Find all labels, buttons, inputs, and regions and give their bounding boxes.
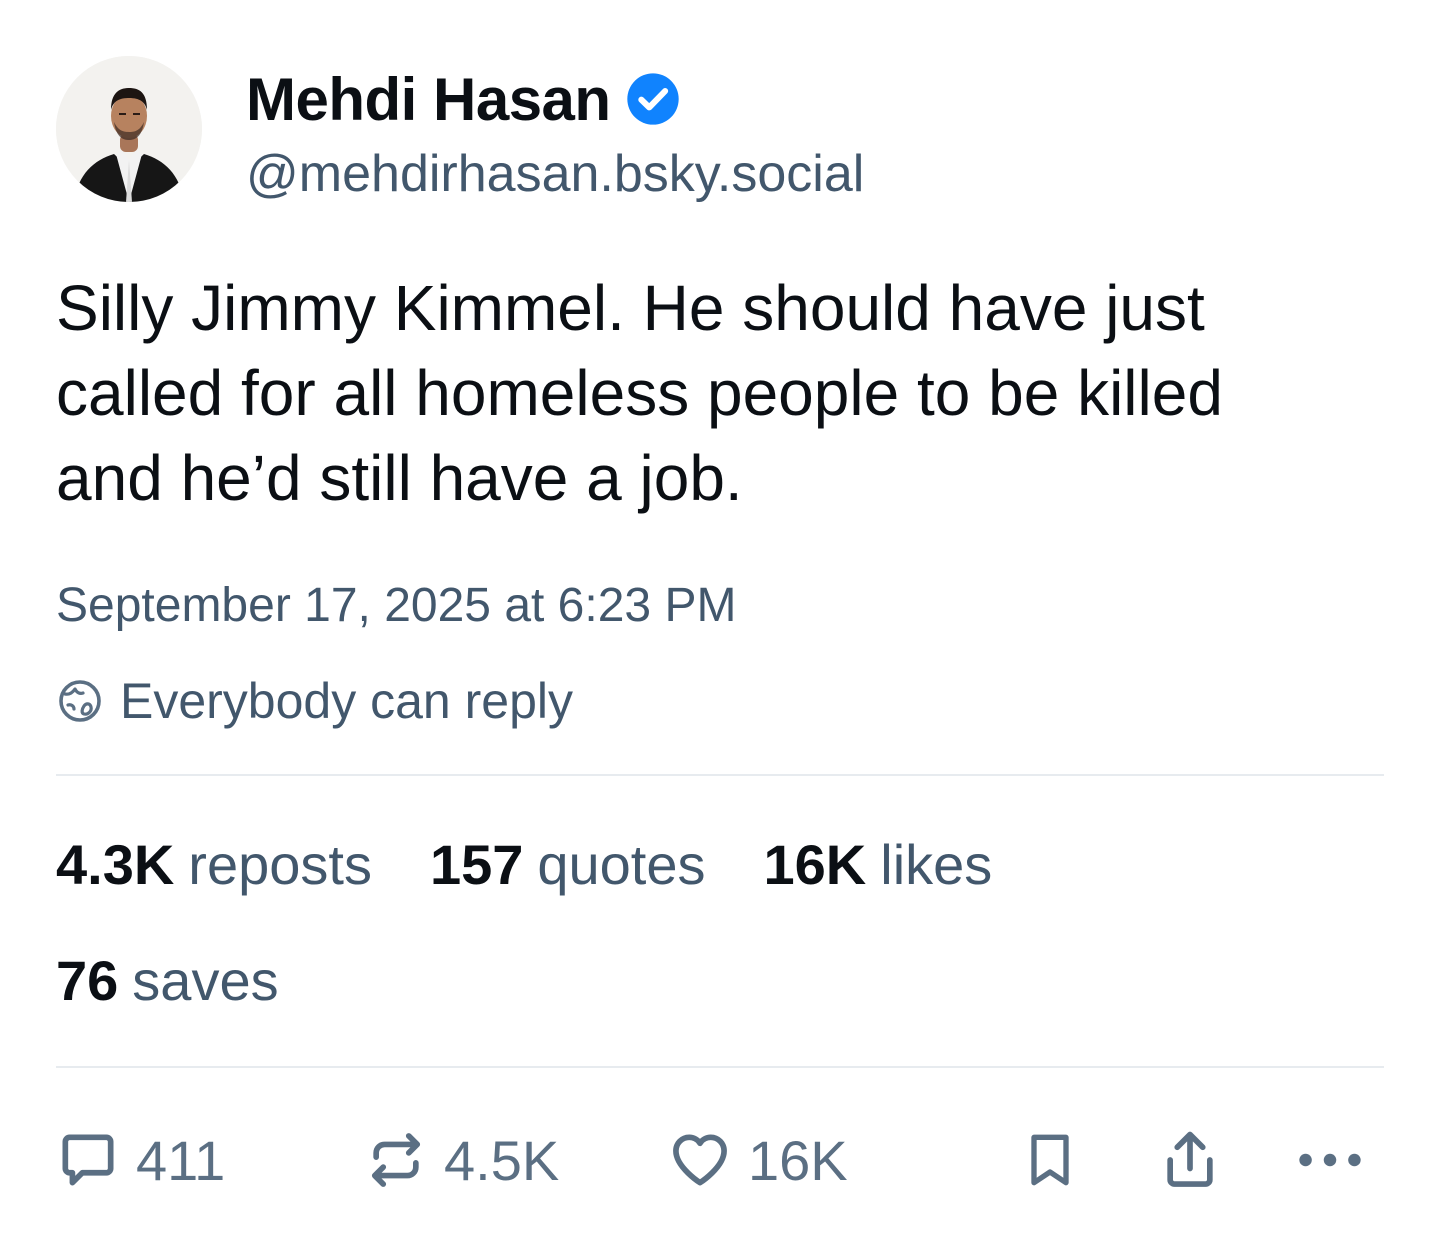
reposts-label: reposts bbox=[188, 833, 372, 896]
reply-count: 411 bbox=[136, 1128, 226, 1192]
saves-count: 76 bbox=[56, 949, 119, 1012]
engagement-stats: 4.3K reposts 157 quotes 16K likes bbox=[56, 832, 992, 897]
verified-badge-icon bbox=[626, 73, 679, 125]
avatar[interactable] bbox=[56, 56, 202, 202]
more-options-button[interactable] bbox=[1292, 1118, 1368, 1202]
post-text: Silly Jimmy Kimmel. He should have just … bbox=[56, 272, 1241, 514]
repost-count: 4.5K bbox=[444, 1128, 560, 1192]
reposts-stat[interactable]: 4.3K reposts bbox=[56, 832, 372, 897]
post-card: Mehdi Hasan @mehdirhasan.bsky.social Sil… bbox=[0, 0, 1440, 1253]
heart-icon bbox=[673, 1134, 727, 1186]
saves-label: saves bbox=[132, 949, 279, 1012]
share-icon bbox=[1167, 1131, 1213, 1187]
quotes-stat[interactable]: 157 quotes bbox=[430, 832, 706, 897]
like-button[interactable]: 16K bbox=[666, 1118, 848, 1202]
likes-stat[interactable]: 16K likes bbox=[764, 832, 993, 897]
divider bbox=[56, 774, 1384, 776]
reply-setting-label: Everybody can reply bbox=[120, 673, 574, 729]
more-icon bbox=[1299, 1153, 1361, 1167]
likes-count: 16K bbox=[763, 833, 867, 896]
bookmark-icon bbox=[1031, 1134, 1069, 1186]
repost-icon bbox=[371, 1133, 421, 1187]
share-button[interactable] bbox=[1156, 1118, 1224, 1202]
globe-icon bbox=[59, 680, 101, 722]
divider bbox=[56, 1066, 1384, 1068]
author-handle[interactable]: @mehdirhasan.bsky.social bbox=[246, 144, 864, 204]
author-display-name[interactable]: Mehdi Hasan bbox=[246, 65, 611, 134]
reposts-count: 4.3K bbox=[56, 833, 175, 896]
post-timestamp: September 17, 2025 at 6:23 PM bbox=[56, 579, 737, 632]
saves-stat: 76 saves bbox=[56, 948, 279, 1013]
repost-button[interactable]: 4.5K bbox=[362, 1118, 559, 1202]
bookmark-button[interactable] bbox=[1018, 1118, 1082, 1202]
author-name-row[interactable]: Mehdi Hasan bbox=[246, 62, 681, 136]
like-count: 16K bbox=[748, 1128, 848, 1192]
likes-label: likes bbox=[880, 833, 993, 896]
reply-setting: Everybody can reply bbox=[56, 672, 573, 730]
reply-button[interactable]: 411 bbox=[54, 1118, 225, 1202]
avatar-image bbox=[56, 56, 202, 202]
reply-icon bbox=[62, 1134, 114, 1186]
quotes-label: quotes bbox=[537, 833, 706, 896]
quotes-count: 157 bbox=[429, 833, 524, 896]
